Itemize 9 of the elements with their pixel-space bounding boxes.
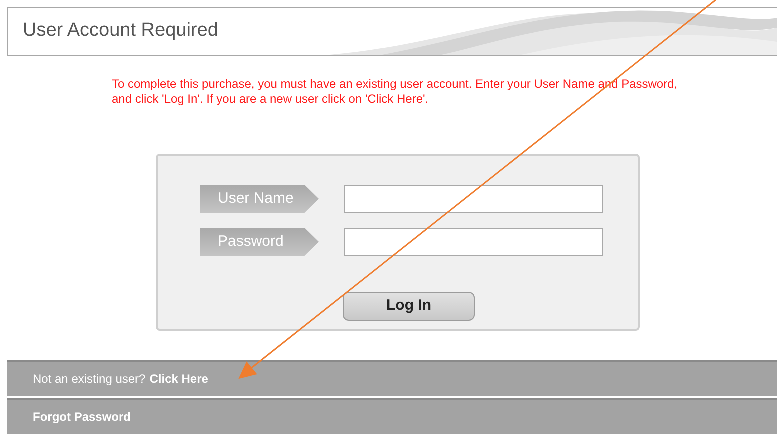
input-field[interactable] — [344, 228, 603, 256]
input-field[interactable] — [344, 185, 603, 213]
field-label-tag: Password — [200, 228, 319, 256]
log-in-button[interactable]: Log In — [343, 292, 475, 321]
forgot-password-link[interactable]: Forgot Password — [33, 408, 132, 426]
field-label-tag: User Name — [200, 185, 319, 213]
prompt-text: Not an existing user? — [33, 371, 146, 388]
click-here-link[interactable]: Click Here — [150, 370, 208, 388]
page-title: User Account Required — [22, 19, 218, 44]
